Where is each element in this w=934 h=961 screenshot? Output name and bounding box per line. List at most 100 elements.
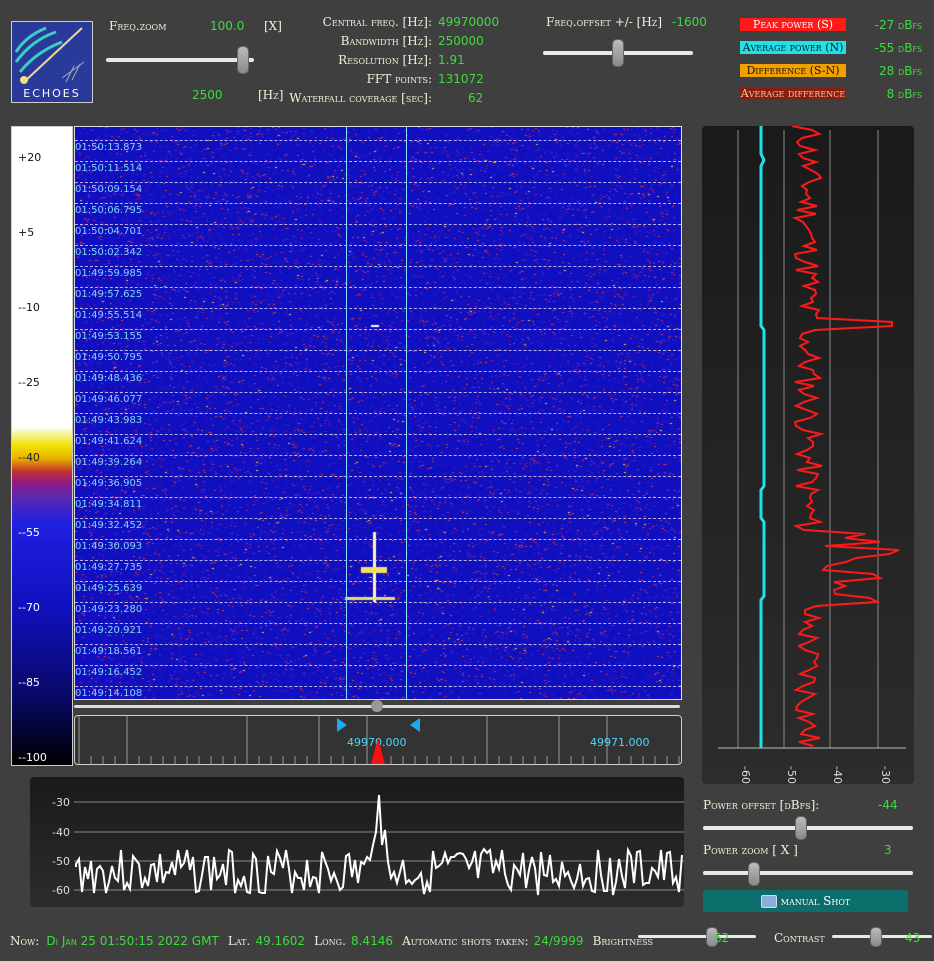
waterfall-timestamp: 01:49:34.811 [75, 499, 143, 510]
waterfall-gridline [75, 560, 681, 561]
power-axis-tick-label: -40 [831, 766, 844, 784]
waterfall-gridline [75, 308, 681, 309]
waterfall-gridline [75, 413, 681, 414]
waterfall-timestamp: 01:49:39.264 [75, 457, 143, 468]
spectrum-tick-label: -50 [52, 855, 70, 868]
freq-zoom-unit: [X] [264, 19, 282, 33]
fft-points-value: 131072 [438, 72, 484, 86]
waterfall-timestamp: 01:49:16.452 [75, 667, 143, 678]
waterfall-timestamp: 01:49:53.155 [75, 331, 143, 342]
waterfall-gridline [75, 161, 681, 162]
colorbar-tick-label: --100 [18, 751, 47, 764]
waterfall-display[interactable]: 01:50:13.873 01:50:11.514 01:50:09.154 01:5… [74, 126, 682, 700]
freq-axis-right-label: 49971.000 [590, 736, 650, 749]
brightness-value: 62 [714, 931, 730, 945]
colorbar-tick-label: +5 [18, 226, 35, 239]
spectrum-tick-label: -30 [52, 796, 70, 809]
colorbar-tick-label: --70 [18, 601, 40, 614]
power-offset-label: Power offset [dBfs]: [703, 798, 820, 812]
shots-value: 24/9999 [533, 934, 584, 948]
waterfall-timestamp: 01:49:32.452 [75, 520, 143, 531]
freq-offset-value: -1600 [672, 15, 707, 29]
bandwidth-marker-right [406, 127, 407, 699]
contrast-slider-handle[interactable] [870, 927, 882, 947]
lat-value: 49.1602 [255, 934, 306, 948]
freq-zoom-slider-handle[interactable] [237, 46, 250, 74]
power-zoom-slider[interactable] [703, 871, 913, 875]
central-freq-label: Central freq. [Hz]: [322, 15, 432, 29]
colorbar-tick-label: --25 [18, 376, 40, 389]
spectrum-chart: -30 -40 -50 -60 [30, 777, 684, 907]
waterfall-gridline [75, 203, 681, 204]
waterfall-timestamp: 01:49:57.625 [75, 289, 143, 300]
colorbar-tick-label: --10 [18, 301, 40, 314]
waterfall-timestamp: 01:49:55.514 [75, 310, 143, 321]
waterfall-gridline [75, 266, 681, 267]
power-zoom-label: Power zoom [ X ] [703, 843, 798, 857]
shots-label: Automatic shots taken: [402, 934, 529, 948]
waterfall-gridline [75, 539, 681, 540]
waterfall-gridline [75, 623, 681, 624]
antenna-icon [14, 26, 85, 84]
bandwidth-value: 250000 [438, 34, 484, 48]
bandwidth-label: Bandwidth [Hz]: [340, 34, 432, 48]
waterfall-gridline [75, 665, 681, 666]
resolution-value: 1.91 [438, 53, 465, 67]
power-zoom-slider-handle[interactable] [748, 862, 761, 886]
colorbar-tick-label: +20 [18, 151, 42, 164]
power-offset-value: -44 [878, 798, 898, 812]
contrast-label: Contrast [774, 931, 825, 945]
waterfall-coverage-label: Waterfall coverage [sec]: [289, 91, 432, 105]
waterfall-timestamps: 01:50:13.873 01:50:11.514 01:50:09.154 01:5… [75, 127, 681, 699]
freq-zoom-slider[interactable] [106, 58, 254, 62]
peak-power-legend: Peak power (S) [740, 18, 846, 31]
now-label: Now: [10, 934, 40, 948]
freq-zoom-value: 100.0 [210, 19, 245, 33]
waterfall-timestamp: 01:50:13.873 [75, 142, 143, 153]
waterfall-gridline [75, 182, 681, 183]
waterfall-coverage-value: 62 [468, 91, 484, 105]
waterfall-timestamp: 01:50:04.701 [75, 226, 143, 237]
waterfall-timestamp: 01:49:50.795 [75, 352, 143, 363]
difference-value: 28 dBfs [878, 64, 922, 78]
colorbar-tick-label: --40 [18, 451, 40, 464]
echoes-logo: ECHOES [11, 21, 93, 103]
waterfall-timestamp: 01:49:48.436 [75, 373, 143, 384]
peak-power-line [791, 125, 900, 747]
logo-text: ECHOES [23, 87, 81, 100]
power-offset-slider[interactable] [703, 826, 913, 830]
waterfall-gridline [75, 140, 681, 141]
long-value: 8.4146 [350, 934, 393, 948]
waterfall-timestamp: 01:49:41.624 [75, 436, 143, 447]
spectrum-tick-label: -60 [52, 884, 70, 897]
power-axis-tick-label: -30 [879, 766, 892, 784]
power-history-chart: -60 -50 -40 -30 [702, 125, 914, 784]
waterfall-gridline [75, 476, 681, 477]
waterfall-timestamp: 01:50:09.154 [75, 184, 143, 195]
manual-shot-label: manual Shot [780, 894, 851, 908]
power-axis-tick-label: -50 [785, 766, 798, 784]
spectrum-tick-label: -40 [52, 826, 70, 839]
waterfall-timestamp: 01:49:59.985 [75, 268, 143, 279]
tuning-marker-icon[interactable] [371, 738, 385, 764]
freq-zoom-label: Freq.zoom [109, 19, 167, 33]
freq-offset-slider-handle[interactable] [611, 39, 624, 67]
waterfall-gridline [75, 287, 681, 288]
colorbar: +20 +5 --10 --25 --40 --55 --70 --85 --100 [11, 126, 73, 766]
waterfall-scroll-handle[interactable] [371, 700, 383, 712]
power-history-plot: -60 -50 -40 -30 [718, 125, 906, 784]
power-offset-slider-handle[interactable] [794, 816, 807, 840]
waterfall-timestamp: 01:49:20.921 [75, 625, 143, 636]
power-axis-tick-label: -60 [739, 766, 752, 784]
fft-points-label: FFT points: [366, 72, 432, 86]
difference-legend: Difference (S-N) [740, 64, 846, 77]
bandwidth-left-arrow-icon[interactable] [337, 718, 347, 732]
manual-shot-button[interactable]: manual Shot [703, 890, 908, 912]
average-power-line [759, 126, 766, 748]
bandwidth-right-arrow-icon[interactable] [410, 718, 420, 732]
brightness-slider[interactable] [638, 935, 756, 938]
average-difference-value: 8 dBfs [886, 87, 922, 101]
waterfall-timestamp: 01:49:25.639 [75, 583, 143, 594]
waterfall-gridline [75, 497, 681, 498]
average-difference-legend: Average difference [740, 87, 846, 100]
